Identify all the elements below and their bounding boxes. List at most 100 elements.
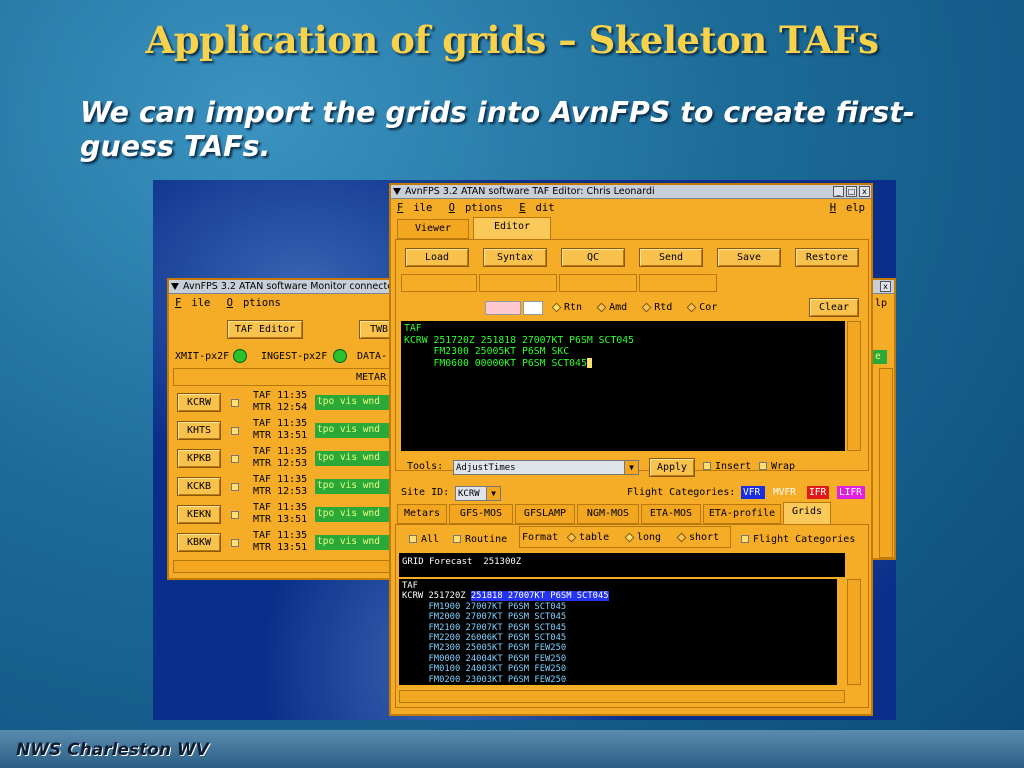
format-long-option[interactable]: long bbox=[624, 532, 661, 543]
radio-cor-label[interactable]: Cor bbox=[699, 302, 717, 313]
editor-subtab-4[interactable] bbox=[639, 274, 717, 292]
tab-eta-mos[interactable]: ETA-MOS bbox=[641, 504, 701, 524]
taf-editor-text-area[interactable]: TAF KCRW 251720Z 251818 27007KT P6SM SCT… bbox=[401, 321, 845, 451]
tab-gfs-mos[interactable]: GFS-MOS bbox=[449, 504, 513, 524]
tab-eta-profile[interactable]: ETA-profile bbox=[703, 504, 781, 524]
site-condition[interactable]: tpo vis wnd bbox=[315, 395, 391, 410]
monitor-menu-file[interactable]: File bbox=[175, 297, 210, 309]
chevron-down-icon[interactable]: ▼ bbox=[624, 461, 638, 474]
chevron-down-icon[interactable]: ▼ bbox=[486, 487, 500, 500]
checkbox-icon[interactable] bbox=[231, 511, 239, 519]
editor-vertical-scrollbar[interactable] bbox=[847, 321, 861, 451]
monitor-horizontal-scrollbar[interactable] bbox=[173, 560, 395, 573]
send-button[interactable]: Send bbox=[639, 248, 703, 267]
format-table-option[interactable]: table bbox=[566, 532, 609, 543]
background-scrollbar[interactable] bbox=[879, 368, 893, 558]
checkbox-icon[interactable] bbox=[231, 399, 239, 407]
monitor-titlebar[interactable]: AvnFPS 3.2 ATAN software Monitor connect… bbox=[169, 280, 395, 294]
restore-button[interactable]: Restore bbox=[795, 248, 859, 267]
save-button[interactable]: Save bbox=[717, 248, 781, 267]
xmit-label: XMIT-px2F bbox=[175, 351, 230, 362]
load-button[interactable]: Load bbox=[405, 248, 469, 267]
radio-rtd-label[interactable]: Rtd bbox=[654, 302, 672, 313]
editor-subtab-3[interactable] bbox=[559, 274, 637, 292]
checkbox-icon[interactable] bbox=[409, 535, 417, 543]
maximize-icon[interactable]: □ bbox=[846, 186, 857, 197]
radio-rtn-label[interactable]: Rtn bbox=[564, 302, 582, 313]
minimize-icon[interactable]: _ bbox=[833, 186, 844, 197]
wrap-toggle[interactable]: Wrap bbox=[759, 461, 795, 472]
editor-menu-help[interactable]: Help bbox=[830, 199, 865, 217]
site-condition[interactable]: tpo vis wnd bbox=[315, 423, 391, 438]
window-menu-icon[interactable] bbox=[393, 188, 401, 195]
taf-editor-button[interactable]: TAF Editor bbox=[227, 320, 303, 339]
checkbox-icon[interactable] bbox=[759, 462, 767, 470]
grid-forecast-text[interactable]: TAF KCRW 251720Z 251818 27007KT P6SM SCT… bbox=[399, 579, 837, 685]
editor-subtab-2[interactable] bbox=[479, 274, 557, 292]
site-condition[interactable]: tpo vis wnd bbox=[315, 479, 391, 494]
site-condition[interactable]: tpo vis wnd bbox=[315, 535, 391, 550]
format-short-option[interactable]: short bbox=[676, 532, 719, 543]
radio-amd-label[interactable]: Amd bbox=[609, 302, 627, 313]
editor-line: KCRW 251720Z 251818 27007KT P6SM SCT045 bbox=[404, 334, 635, 346]
site-button[interactable]: KCRW bbox=[177, 393, 221, 412]
tab-metars[interactable]: Metars bbox=[397, 504, 447, 524]
window-menu-icon[interactable] bbox=[171, 283, 179, 290]
close-icon[interactable]: x bbox=[859, 186, 870, 197]
editor-menu-options[interactable]: Options bbox=[449, 202, 503, 214]
editor-menu-file[interactable]: File bbox=[397, 202, 432, 214]
checkbox-icon[interactable] bbox=[231, 427, 239, 435]
desktop-screenshot: AvnFPS 3.2 ATAN software Monitor connect… bbox=[153, 180, 896, 720]
syntax-button[interactable]: Syntax bbox=[483, 248, 547, 267]
editor-menu-edit[interactable]: Edit bbox=[519, 202, 554, 214]
close-icon[interactable]: x bbox=[880, 281, 891, 292]
background-menu-help[interactable]: lp bbox=[875, 298, 887, 309]
apply-button[interactable]: Apply bbox=[649, 458, 695, 477]
radio-cor-icon[interactable] bbox=[686, 302, 697, 312]
radio-amd-icon[interactable] bbox=[596, 302, 607, 312]
site-button[interactable]: KEKN bbox=[177, 505, 221, 524]
editor-subtab-1[interactable] bbox=[401, 274, 477, 292]
slide-bullet: We can import the grids into AvnFPS to c… bbox=[80, 96, 915, 163]
radio-rtn-icon[interactable] bbox=[551, 302, 562, 312]
checkbox-icon[interactable] bbox=[741, 535, 749, 543]
tab-grids[interactable]: Grids bbox=[783, 502, 831, 524]
tab-viewer[interactable]: Viewer bbox=[397, 219, 469, 239]
site-condition[interactable]: tpo vis wnd bbox=[315, 451, 391, 466]
radio-icon[interactable] bbox=[676, 532, 687, 542]
grid-forecast-header-text: GRID Forecast 251300Z bbox=[402, 557, 522, 567]
flight-categories-toggle[interactable]: Flight Categories bbox=[741, 534, 855, 545]
all-toggle[interactable]: All bbox=[409, 534, 439, 545]
tab-editor[interactable]: Editor bbox=[473, 217, 551, 239]
checkbox-icon[interactable] bbox=[231, 539, 239, 547]
insert-toggle[interactable]: Insert bbox=[703, 461, 751, 472]
grid-horizontal-scrollbar[interactable] bbox=[399, 690, 845, 703]
site-row: KEKN TAF 11:35 MTR 13:51 tpo vis wnd bbox=[173, 502, 395, 528]
site-id-combobox[interactable]: KCRW ▼ bbox=[455, 486, 501, 501]
checkbox-icon[interactable] bbox=[231, 455, 239, 463]
site-button[interactable]: KBKW bbox=[177, 533, 221, 552]
checkbox-icon[interactable] bbox=[453, 535, 461, 543]
tab-ngm-mos[interactable]: NGM-MOS bbox=[577, 504, 639, 524]
site-button[interactable]: KCKB bbox=[177, 477, 221, 496]
site-button[interactable]: KHTS bbox=[177, 421, 221, 440]
site-taf-time: TAF 11:35 bbox=[253, 446, 308, 457]
routine-toggle[interactable]: Routine bbox=[453, 534, 507, 545]
site-button[interactable]: KPKB bbox=[177, 449, 221, 468]
background-titlebar[interactable]: x bbox=[873, 280, 894, 294]
background-green-cell: e bbox=[873, 350, 887, 364]
monitor-menu-options[interactable]: Options bbox=[227, 297, 281, 309]
grid-first-prefix: KCRW 251720Z bbox=[402, 591, 471, 602]
clear-button[interactable]: Clear bbox=[809, 298, 859, 317]
tab-gfslamp[interactable]: GFSLAMP bbox=[515, 504, 575, 524]
checkbox-icon[interactable] bbox=[703, 462, 711, 470]
radio-icon[interactable] bbox=[624, 532, 635, 542]
radio-rtd-icon[interactable] bbox=[641, 302, 652, 312]
site-condition[interactable]: tpo vis wnd bbox=[315, 507, 391, 522]
grid-vertical-scrollbar[interactable] bbox=[847, 579, 861, 685]
editor-titlebar[interactable]: AvnFPS 3.2 ATAN software TAF Editor: Chr… bbox=[391, 185, 871, 199]
qc-button[interactable]: QC bbox=[561, 248, 625, 267]
radio-icon[interactable] bbox=[566, 532, 577, 542]
tools-combobox[interactable]: AdjustTimes ▼ bbox=[453, 460, 639, 475]
checkbox-icon[interactable] bbox=[231, 483, 239, 491]
